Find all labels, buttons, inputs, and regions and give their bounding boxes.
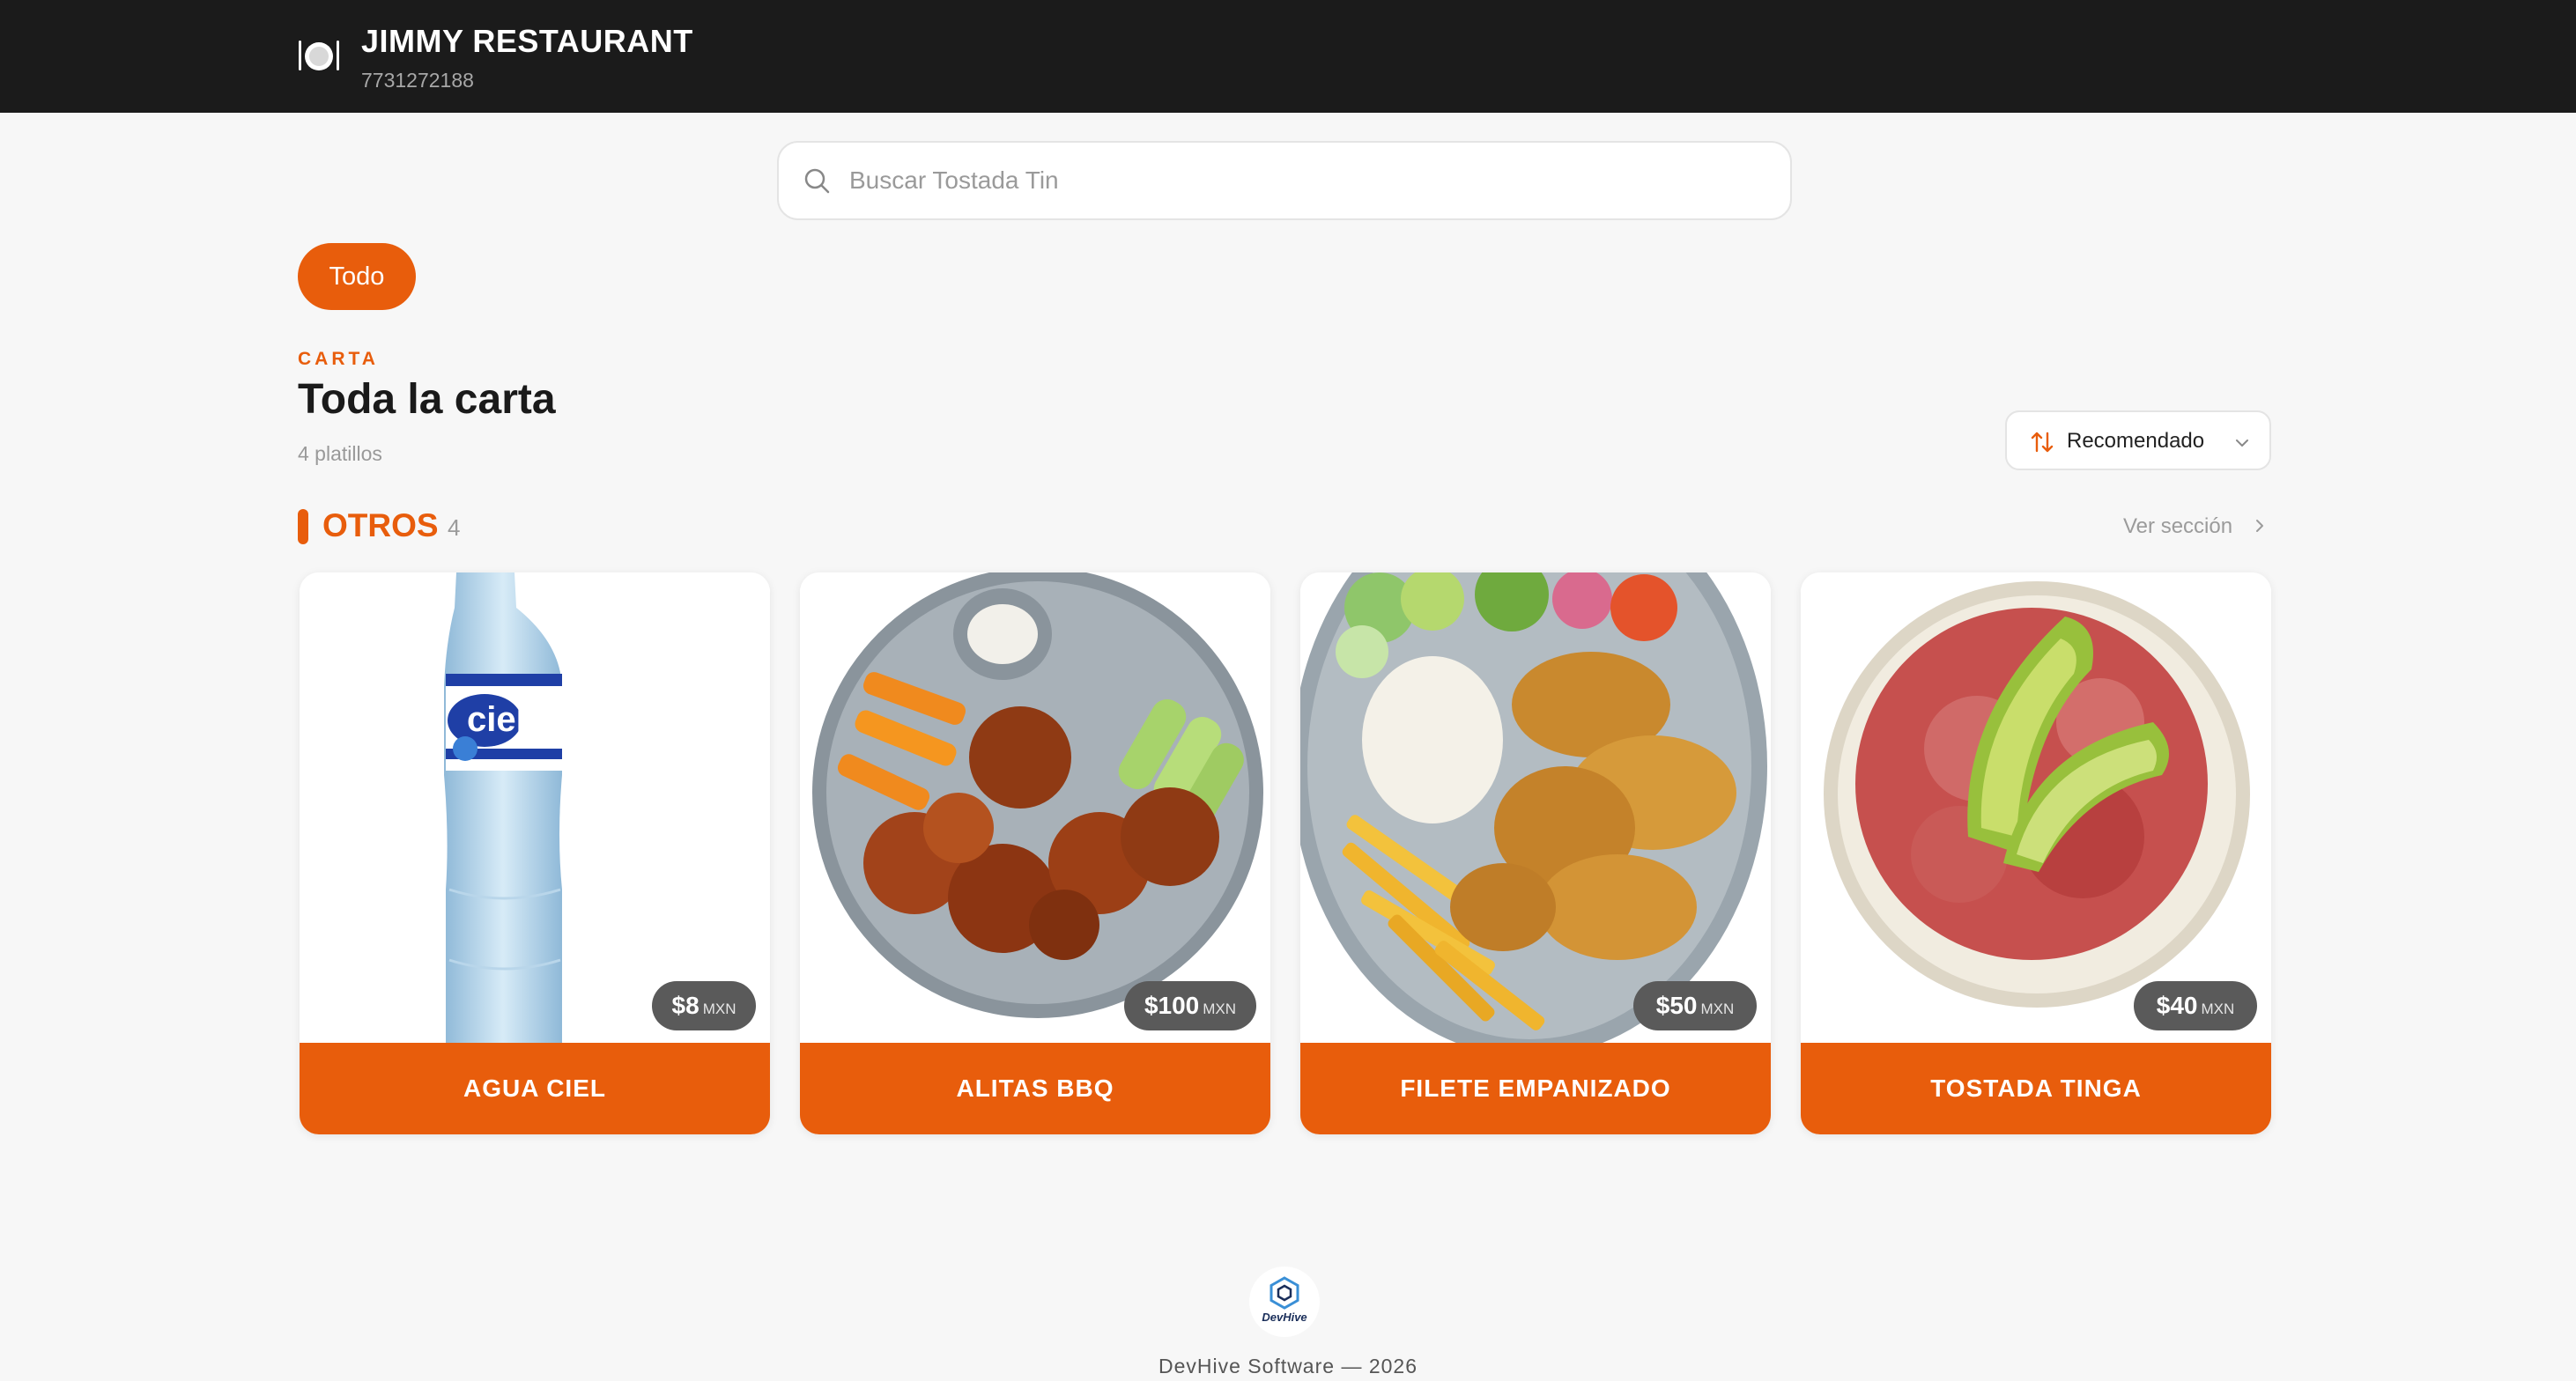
section-title: OTROS [322, 507, 439, 543]
water-bottle-image: ciel [300, 572, 770, 1043]
section-accent-bar [298, 509, 308, 544]
page-title: Toda la carta [298, 376, 556, 423]
restaurant-phone: 7731272188 [361, 69, 474, 92]
price-currency: MXN [702, 1001, 737, 1017]
restaurant-name: JIMMY RESTAURANT [361, 23, 693, 59]
search-icon [804, 168, 830, 194]
price-badge: $50 MXN [1633, 981, 1757, 1030]
price-amount: $40 [2156, 992, 2198, 1019]
chevron-down-icon [2236, 439, 2248, 447]
product-name-button[interactable]: TOSTADA TINGA [1801, 1043, 2271, 1134]
dish-count: 4 platillos [298, 442, 382, 465]
sort-arrows-icon [2031, 432, 2054, 453]
price-badge: $8 MXN [652, 981, 756, 1030]
sort-dropdown[interactable]: Recomendado [2005, 410, 2271, 470]
product-card-alitas-bbq[interactable]: $100 MXN ALITAS BBQ [800, 572, 1270, 1134]
sort-label: Recomendado [2067, 429, 2205, 453]
svg-text:ciel: ciel [467, 700, 526, 739]
price-currency: MXN [2201, 1001, 2235, 1017]
price-badge: $40 MXN [2134, 981, 2257, 1030]
product-name-button[interactable]: AGUA CIEL [300, 1043, 770, 1134]
product-name-button[interactable]: FILETE EMPANIZADO [1300, 1043, 1771, 1134]
hexagon-icon [1269, 1276, 1299, 1310]
price-amount: $100 [1144, 992, 1200, 1019]
bbq-wings-image [800, 572, 1270, 1043]
section-eyebrow: CARTA [298, 349, 379, 369]
product-card-agua-ciel[interactable]: ciel $8 MXN AGUA CIEL [300, 572, 770, 1134]
price-amount: $50 [1655, 992, 1698, 1019]
plate-utensils-icon [299, 41, 339, 70]
see-section-link[interactable]: Ver sección [2123, 514, 2232, 539]
footer-credit: DevHive Software — 2026 [1158, 1355, 1418, 1377]
price-currency: MXN [1700, 1001, 1735, 1017]
price-badge: $100 MXN [1124, 981, 1256, 1030]
filter-chip-todo[interactable]: Todo [298, 243, 416, 310]
devhive-logo-text: DevHive [1262, 1311, 1307, 1324]
product-card-tostada-tinga[interactable]: $40 MXN TOSTADA TINGA [1801, 572, 2271, 1134]
search-input[interactable] [849, 159, 1765, 203]
chevron-right-icon[interactable] [2250, 516, 2269, 535]
tostada-tinga-image [1801, 572, 2271, 1043]
section-count: 4 [448, 514, 461, 541]
devhive-logo: DevHive [1249, 1267, 1320, 1337]
price-amount: $8 [671, 992, 700, 1019]
price-currency: MXN [1203, 1001, 1237, 1017]
product-card-filete-empanizado[interactable]: $50 MXN FILETE EMPANIZADO [1300, 572, 1771, 1134]
breaded-fillet-image [1300, 572, 1771, 1043]
search-bar[interactable] [777, 141, 1792, 220]
top-bar: JIMMY RESTAURANT 7731272188 [0, 0, 2576, 113]
product-name-button[interactable]: ALITAS BBQ [800, 1043, 1270, 1134]
